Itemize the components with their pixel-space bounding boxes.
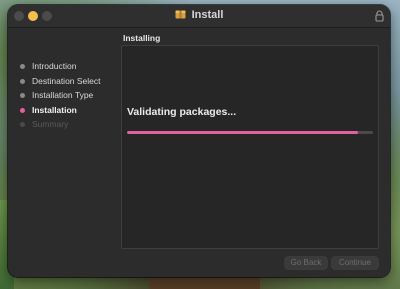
content-panel: Validating packages...	[121, 45, 379, 249]
step-label: Installation	[32, 104, 77, 115]
step-installation: Installation	[20, 103, 120, 118]
step-dot	[20, 64, 25, 69]
package-icon	[175, 10, 186, 19]
page-title: Installing	[123, 33, 161, 43]
step-dot-active	[20, 107, 25, 113]
title-bar: Install	[8, 5, 390, 28]
go-back-button[interactable]: Go Back	[285, 257, 327, 269]
step-installation-type: Installation Type	[20, 88, 120, 103]
installer-steps-sidebar: Introduction Destination Select Installa…	[20, 59, 120, 132]
progress-bar	[127, 131, 373, 134]
step-dot	[20, 122, 25, 127]
lock-icon	[375, 10, 384, 22]
step-dot	[20, 93, 25, 98]
window-title-group: Install	[8, 9, 390, 21]
step-summary: Summary	[20, 117, 120, 132]
step-label: Summary	[32, 119, 69, 129]
step-introduction: Introduction	[20, 59, 120, 74]
installer-window: Install Installing Introduction Destinat…	[8, 5, 390, 277]
progress-bar-fill	[127, 131, 359, 134]
continue-button[interactable]: Continue	[332, 257, 378, 269]
step-label: Introduction	[32, 61, 77, 71]
step-label: Installation Type	[32, 90, 94, 100]
step-label: Destination Select	[32, 75, 101, 86]
status-message: Validating packages...	[127, 106, 237, 118]
step-dot	[20, 78, 25, 84]
window-title: Install	[191, 9, 224, 21]
step-destination-select: Destination Select	[20, 74, 120, 89]
